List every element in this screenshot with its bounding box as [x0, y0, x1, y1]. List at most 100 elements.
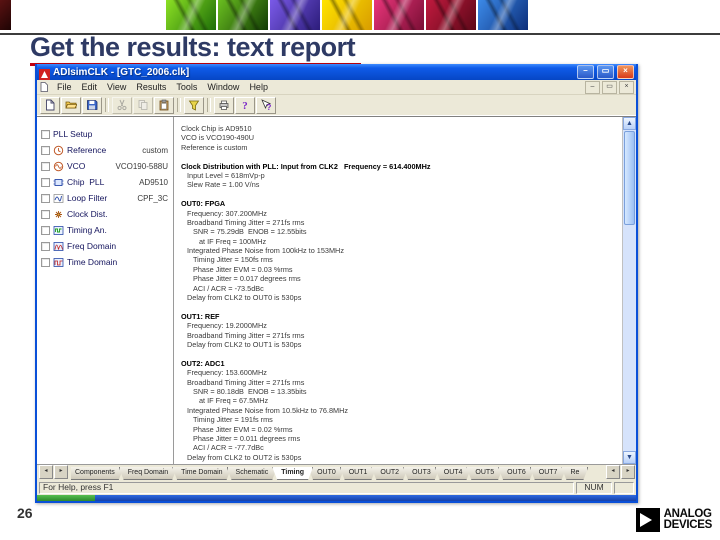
expand-box-icon[interactable] — [41, 225, 50, 235]
report-line: Clock Chip is AD9510 — [181, 124, 252, 133]
menu-view[interactable]: View — [102, 82, 131, 92]
report-line: Delay from CLK2 to OUT0 is 530ps — [187, 293, 302, 303]
tab-freq-domain[interactable]: Freq Domain — [119, 467, 177, 480]
tab-re[interactable]: Re — [561, 467, 588, 480]
vertical-scrollbar[interactable]: ▲ ▼ — [622, 117, 636, 464]
header-dark-block — [0, 0, 11, 30]
tab-out7[interactable]: OUT7 — [530, 467, 567, 480]
report-heading-line: Clock Distribution with PLL: Input from … — [181, 161, 431, 171]
window-titlebar[interactable]: ADIsimCLK - [GTC_2006.clk] – ▭ × — [37, 64, 636, 80]
report-line: Phase Jitter = 0.017 degrees rms — [193, 274, 301, 284]
expand-box-icon[interactable] — [41, 193, 50, 203]
save-icon[interactable] — [82, 96, 102, 114]
tree-item-time-domain[interactable]: Time Domain — [41, 254, 170, 270]
toolbar: ?? — [37, 95, 636, 116]
menu-tools[interactable]: Tools — [171, 82, 202, 92]
open-icon[interactable] — [61, 96, 81, 114]
cut-icon[interactable] — [112, 96, 132, 114]
paste-icon[interactable] — [154, 96, 174, 114]
tab-out5[interactable]: OUT5 — [466, 467, 503, 480]
menu-file[interactable]: File — [52, 82, 77, 92]
tree-item-label: PLL Setup — [53, 129, 93, 139]
menu-edit[interactable]: Edit — [77, 82, 103, 92]
tab-scroll-prev-button[interactable]: ▸ — [54, 465, 68, 479]
menu-help[interactable]: Help — [244, 82, 273, 92]
tab-out4[interactable]: OUT4 — [435, 467, 472, 480]
expand-box-icon[interactable] — [41, 161, 50, 171]
tab-out2[interactable]: OUT2 — [371, 467, 408, 480]
tab-time-domain[interactable]: Time Domain — [172, 467, 231, 480]
svg-text:?: ? — [267, 103, 272, 111]
expand-box-icon[interactable] — [41, 177, 50, 187]
scrollbar-thumb[interactable] — [624, 131, 635, 225]
window-title: ADIsimCLK - [GTC_2006.clk] — [53, 66, 190, 78]
restore-button[interactable]: ▭ — [597, 65, 614, 79]
scroll-up-icon[interactable]: ▲ — [623, 117, 636, 130]
gear-icon — [426, 0, 476, 30]
header-tile-strip — [166, 0, 528, 30]
report-line: Delay from CLK2 to OUT1 is 530ps — [187, 339, 302, 349]
tree-item-vco[interactable]: VCO VCO190-588U — [41, 158, 170, 174]
tree-item-value: VCO190-588U — [115, 161, 168, 171]
timedomain-icon — [53, 257, 64, 268]
mdi-restore-button[interactable]: ▭ — [602, 80, 617, 94]
num-lock-indicator: NUM — [576, 481, 612, 494]
expand-box-icon[interactable] — [41, 257, 50, 267]
interconnect-icon — [478, 0, 528, 30]
tree-item-pll-setup[interactable]: PLL Setup — [41, 126, 170, 142]
toolbar-separator — [207, 98, 211, 112]
tree-item-freq-domain[interactable]: Freq Domain — [41, 238, 170, 254]
tab-scroll-next-button[interactable]: ◂ — [606, 465, 620, 479]
tab-schematic[interactable]: Schematic — [227, 467, 278, 480]
mdi-close-button[interactable]: × — [619, 80, 634, 94]
new-icon[interactable] — [40, 96, 60, 114]
chip-icon — [53, 177, 64, 188]
menu-results[interactable]: Results — [131, 82, 171, 92]
tree-item-loop-filter[interactable]: Loop Filter CPF_3C — [41, 190, 170, 206]
result-tab-bar: ◂ ▸ Components Freq Domain Time Domain Sche… — [37, 464, 636, 480]
copy-icon[interactable] — [133, 96, 153, 114]
resize-grip[interactable] — [614, 481, 634, 494]
freqdomain-icon — [53, 241, 64, 252]
expand-box-icon[interactable] — [41, 209, 50, 219]
report-line: Integrated Phase Noise from 10.5kHz to 7… — [187, 405, 349, 415]
tree-item-chip-pll[interactable]: Chip PLL AD9510 — [41, 174, 170, 190]
tree-item-timing-an-[interactable]: Timing An. — [41, 222, 170, 238]
app-icon — [39, 67, 50, 80]
tree-item-label: Chip PLL — [67, 177, 105, 187]
filter-icon[interactable] — [184, 96, 204, 114]
tab-out6[interactable]: OUT6 — [498, 467, 535, 480]
slide: Get the results: text report ADIsimCLK -… — [0, 0, 720, 540]
tab-out0[interactable]: OUT0 — [308, 467, 345, 480]
tab-scroll-last-button[interactable]: ▸ — [621, 465, 635, 479]
report-line — [179, 190, 620, 199]
tab-timing[interactable]: Timing — [272, 467, 313, 480]
help-icon[interactable]: ? — [235, 96, 255, 114]
context-help-icon[interactable]: ? — [256, 96, 276, 114]
toolbar-separator — [177, 98, 181, 112]
tree-item-label: Reference — [67, 145, 107, 155]
report-line: Frequency: 19.2000MHz — [187, 321, 267, 331]
menu-bar: File Edit View Results Tools Window Help – ▭ × — [37, 80, 636, 95]
clockdist-icon — [53, 209, 64, 220]
tab-out1[interactable]: OUT1 — [340, 467, 377, 480]
tree-item-label: Loop Filter — [67, 193, 108, 203]
tab-components[interactable]: Components — [71, 467, 124, 480]
expand-box-icon[interactable] — [41, 241, 50, 251]
tab-scroll-first-button[interactable]: ◂ — [39, 465, 53, 479]
print-icon[interactable] — [214, 96, 234, 114]
expand-box-icon[interactable] — [41, 129, 50, 139]
mdi-minimize-button[interactable]: – — [585, 80, 600, 94]
menu-window[interactable]: Window — [202, 82, 244, 92]
client-area: PLL Setup Reference custom VCO VCO190-588U Ch… — [37, 116, 636, 464]
tree-item-label: Freq Domain — [67, 241, 117, 251]
tab-out3[interactable]: OUT3 — [403, 467, 440, 480]
tree-item-clock-dist-[interactable]: Clock Dist. — [41, 206, 170, 222]
scroll-down-icon[interactable]: ▼ — [623, 451, 636, 464]
close-button[interactable]: × — [617, 65, 634, 79]
tree-item-reference[interactable]: Reference custom — [41, 142, 170, 158]
tree-item-label: Clock Dist. — [67, 209, 108, 219]
minimize-button[interactable]: – — [577, 65, 594, 79]
mdi-controls: – ▭ × — [585, 80, 634, 94]
expand-box-icon[interactable] — [41, 145, 50, 155]
